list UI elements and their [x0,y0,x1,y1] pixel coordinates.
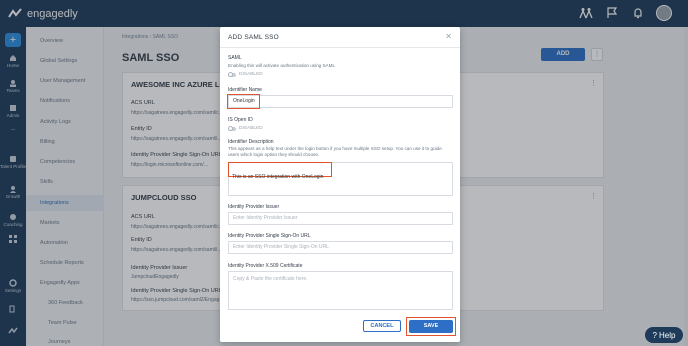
identifier-description-label: Identifier Description [228,139,274,145]
add-saml-sso-modal: ADD SAML SSO ✕ SAML Enabling this will a… [220,27,460,342]
close-icon[interactable]: ✕ [445,32,452,41]
identifier-description-help: This appears as a help text under the lo… [228,146,442,157]
toggle-switch[interactable] [228,71,236,77]
saml-label: SAML [228,55,242,61]
issuer-input[interactable]: Enter Identity Provider Issuer [228,212,453,225]
identifier-name-highlight [227,94,260,109]
identifier-description-value: This is an SSO integration with OneLogin [232,174,324,180]
sso-url-input[interactable]: Enter Identity Provider Single Sign-On U… [228,241,453,254]
saml-toggle[interactable]: DISABLED [228,71,263,77]
help-button[interactable]: ? Help [645,327,683,343]
certificate-label: Identity Provider X.509 Certificate [228,263,303,269]
cancel-button[interactable]: CANCEL [363,320,401,332]
saml-help-text: Enabling this will activate authenticati… [228,63,335,68]
certificate-textarea[interactable]: Copy & Paste the certificate here. [228,271,453,310]
modal-divider [220,47,460,48]
open-id-toggle[interactable]: DISABLED [228,125,263,131]
identifier-description-highlight: This is an SSO integration with OneLogin [228,162,332,180]
identifier-name-label: Identifier Name [228,87,262,93]
modal-title: ADD SAML SSO [228,34,279,41]
issuer-label: Identity Provider Issuer [228,204,280,210]
sso-url-label: Identity Provider Single Sign-On URL [228,233,311,239]
identifier-name-input[interactable]: OneLogin [228,95,453,108]
help-icon: ? [652,330,657,340]
toggle-switch[interactable] [228,125,236,131]
open-id-label: IS Open ID [228,117,253,123]
save-highlight [406,317,456,336]
